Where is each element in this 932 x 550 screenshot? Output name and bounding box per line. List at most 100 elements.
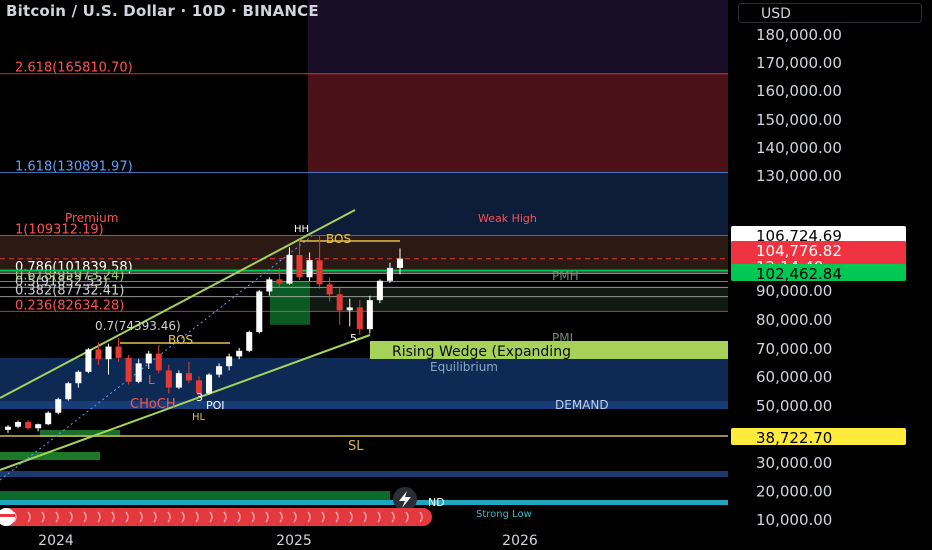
candle-body [236, 350, 243, 357]
extension-zone [308, 172, 728, 236]
fib-left-label: 0.7(74393.46) [95, 319, 181, 333]
candle [155, 345, 162, 374]
candle-body [55, 399, 62, 413]
candle-body [115, 346, 122, 358]
choch-label: CHoCH [130, 397, 176, 412]
equilibrium-zone [0, 358, 728, 405]
candle [45, 411, 52, 426]
l-label: L [148, 373, 155, 387]
y-tick-label: 60,000.00 [756, 368, 832, 386]
y-tick-label: 170,000.00 [756, 54, 842, 72]
x-tick-label: 2025 [276, 533, 312, 549]
candle-body [175, 373, 182, 388]
candle-body [15, 422, 22, 427]
candle-body [336, 294, 343, 311]
price-chart[interactable]: 2.618(165810.70)1.618(130891.97)1(109312… [0, 0, 932, 550]
candle [15, 420, 22, 429]
candle-body [145, 353, 152, 364]
candle [55, 397, 62, 415]
hl-label: HL [192, 412, 206, 423]
y-tick-label: 150,000.00 [756, 111, 842, 129]
low-price-marker-text: 102,462.84 [756, 265, 842, 283]
y-tick-label: 50,000.00 [756, 397, 832, 415]
stop-price-marker-text: 38,722.70 [756, 429, 832, 447]
strong-low-zone [0, 500, 728, 505]
sl-label: SL [348, 439, 364, 454]
nd-label: ND [428, 496, 445, 509]
hh-label: HH [294, 224, 309, 235]
candle-body [65, 383, 72, 400]
candle-body [256, 291, 263, 333]
x-tick-label: 2026 [502, 533, 538, 549]
candle [85, 348, 92, 374]
candle-body [25, 422, 32, 429]
candle [366, 295, 373, 334]
demand-label: DEMAND [555, 398, 609, 412]
candle [65, 381, 72, 401]
pmh-label: PMH [552, 269, 579, 283]
order-block [270, 281, 310, 325]
candle-body [346, 307, 353, 311]
candle-body [226, 356, 233, 367]
premium-label: Premium [65, 211, 118, 225]
y-tick-label: 10,000.00 [756, 511, 832, 529]
candle-body [326, 284, 333, 295]
candle-body [165, 370, 172, 388]
currency-selector[interactable]: USD [738, 3, 922, 23]
red-band [0, 508, 432, 526]
candle-body [376, 280, 383, 301]
y-tick-label: 140,000.00 [756, 139, 842, 157]
candle-body [185, 373, 192, 381]
candle-body [85, 349, 92, 372]
candle-body [216, 366, 223, 375]
candle-body [386, 267, 393, 281]
candle-body [286, 255, 293, 284]
candle-body [75, 371, 82, 384]
y-tick-label: 130,000.00 [756, 167, 842, 185]
fib-label: 0.236(82634.28) [15, 298, 124, 313]
small-ob-2 [0, 452, 100, 460]
candle [25, 419, 32, 430]
y-tick-label: 80,000.00 [756, 311, 832, 329]
pattern-label: Rising Wedge (Expanding [392, 344, 571, 360]
candle-body [95, 349, 102, 360]
bos-label: BOS [326, 232, 351, 246]
candle-body [366, 300, 373, 330]
fib-label: 2.618(165810.70) [15, 61, 133, 76]
candle [376, 279, 383, 304]
candle-body [105, 346, 112, 360]
candle-body [396, 258, 404, 268]
lower-zone [0, 471, 728, 477]
candle-body [45, 412, 52, 425]
candle-body [35, 424, 42, 429]
weak-high-label: Weak High [478, 212, 537, 225]
upper-zone [308, 0, 728, 74]
green-block [0, 491, 390, 501]
candle [206, 373, 213, 395]
candle-body [266, 279, 273, 292]
equilibrium-label: Equilibrium [430, 360, 498, 374]
candle-body [246, 332, 253, 351]
candle-body [356, 307, 363, 330]
wave-5-label: 5 [350, 332, 357, 345]
candle-body [306, 260, 313, 278]
candle-body [4, 426, 12, 430]
bos-left-label: BOS [168, 333, 193, 347]
premium-extension-zone [308, 73, 728, 173]
y-tick-label: 30,000.00 [756, 454, 832, 472]
candle-body [296, 255, 303, 278]
candle-body [135, 363, 142, 382]
candle [125, 355, 132, 385]
flag-stripe [0, 514, 15, 517]
candle [246, 330, 253, 353]
y-tick-label: 90,000.00 [756, 282, 832, 300]
time-axis: 2024 2025 2026 [38, 533, 538, 549]
y-tick-label: 20,000.00 [756, 483, 832, 501]
fib-label: 1.618(130891.97) [15, 160, 133, 175]
fib-label: 0.382(87732.41) [15, 284, 124, 299]
candle [4, 425, 12, 433]
poi-label: POI [206, 399, 225, 412]
candle-body [206, 374, 213, 394]
chart-title: Bitcoin / U.S. Dollar · 10D · BINANCE [6, 2, 319, 20]
wave-3-label: 3 [196, 391, 203, 404]
